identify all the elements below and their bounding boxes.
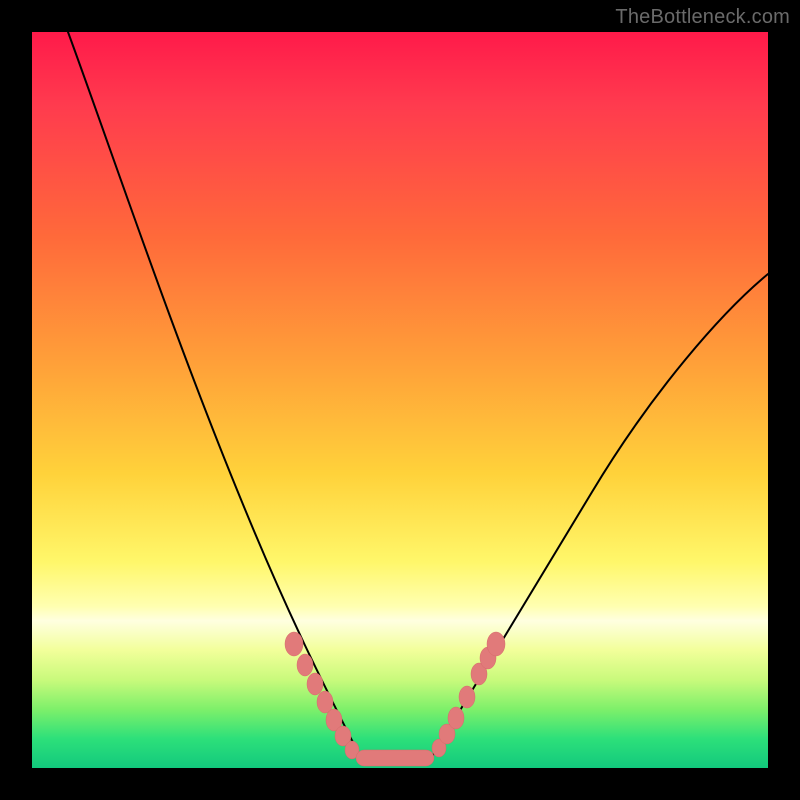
marker-group-right bbox=[432, 632, 505, 757]
marker-bead bbox=[285, 632, 303, 656]
chart-svg bbox=[32, 32, 768, 768]
series-right-curve bbox=[430, 274, 768, 760]
marker-bead bbox=[459, 686, 475, 708]
marker-bead bbox=[448, 707, 464, 729]
chart-frame: TheBottleneck.com bbox=[0, 0, 800, 800]
marker-bead bbox=[317, 691, 333, 713]
marker-bead bbox=[297, 654, 313, 676]
bottom-marker-bar bbox=[356, 750, 434, 766]
marker-group-left bbox=[285, 632, 359, 759]
plot-area bbox=[32, 32, 768, 768]
series-left-curve bbox=[68, 32, 362, 760]
marker-bead bbox=[487, 632, 505, 656]
watermark-text: TheBottleneck.com bbox=[615, 6, 790, 29]
marker-bead bbox=[307, 673, 323, 695]
